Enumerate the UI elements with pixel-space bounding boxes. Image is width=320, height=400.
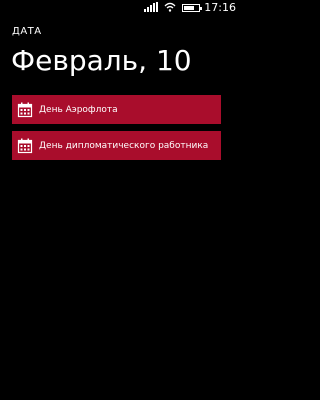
status-bar: 17:16 bbox=[0, 0, 240, 16]
calendar-icon bbox=[17, 102, 33, 117]
holiday-item[interactable]: День Аэрофлота bbox=[12, 95, 221, 124]
battery-icon bbox=[182, 4, 202, 12]
holiday-list: День Аэрофлота День дипломатического раб… bbox=[12, 95, 221, 167]
calendar-icon bbox=[17, 138, 33, 153]
signal-strength-icon bbox=[144, 2, 158, 12]
section-label: ДАТА bbox=[12, 26, 42, 37]
page-title: Февраль, 10 bbox=[11, 44, 192, 77]
holiday-label: День Аэрофлота bbox=[39, 104, 118, 115]
wifi-icon bbox=[164, 2, 176, 12]
status-time: 17:16 bbox=[204, 1, 236, 14]
holiday-label: День дипломатического работника bbox=[39, 140, 209, 151]
holiday-item[interactable]: День дипломатического работника bbox=[12, 131, 221, 160]
